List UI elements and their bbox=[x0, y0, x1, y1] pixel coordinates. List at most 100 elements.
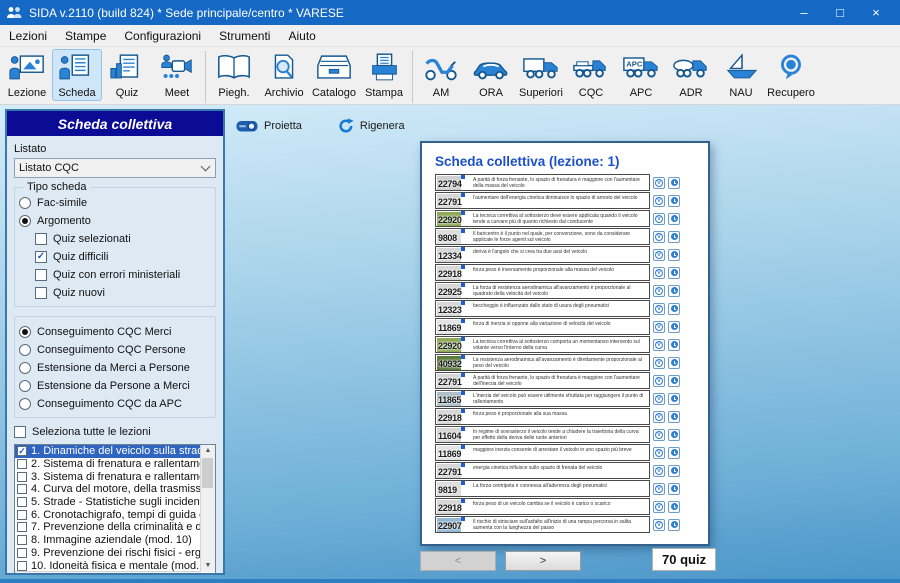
lesson-list-item[interactable]: 5. Strade - Statistiche sugli incidenti … bbox=[15, 496, 201, 509]
listato-dropdown[interactable]: Listato CQC bbox=[14, 158, 216, 178]
lesson-list-item[interactable]: 10. Idoneità fisica e mentale (mod. 8) bbox=[15, 559, 201, 572]
radio-option[interactable]: Estensione da Merci a Persone bbox=[19, 359, 211, 377]
checkbox-option[interactable]: Quiz nuovi bbox=[35, 284, 211, 302]
timer-quiz-button[interactable] bbox=[668, 429, 680, 441]
timer-quiz-button[interactable] bbox=[668, 213, 680, 225]
checkbox[interactable]: ✓ bbox=[35, 251, 47, 263]
toolbar-item-stampa[interactable]: Stampa bbox=[359, 49, 409, 101]
lesson-checkbox[interactable] bbox=[17, 484, 27, 494]
verify-quiz-button[interactable]: V bbox=[653, 393, 665, 405]
toolbar-item-superiori[interactable]: Superiori bbox=[516, 49, 566, 101]
lesson-list-item[interactable]: 3. Sistema di frenatura e rallentamento … bbox=[15, 470, 201, 483]
verify-quiz-button[interactable]: V bbox=[653, 267, 665, 279]
toolbar-item-lezione[interactable]: Lezione bbox=[2, 49, 52, 101]
menu-item[interactable]: Configurazioni bbox=[115, 29, 210, 43]
vertical-scrollbar[interactable]: ▲ ▼ bbox=[200, 445, 215, 572]
toolbar-item-adr[interactable]: ADR bbox=[666, 49, 716, 101]
scrollbar-thumb[interactable] bbox=[28, 573, 116, 575]
radio-option[interactable]: Conseguimento CQC Merci bbox=[19, 323, 211, 341]
minimize-button[interactable]: – bbox=[786, 0, 822, 25]
timer-quiz-button[interactable] bbox=[668, 393, 680, 405]
timer-quiz-button[interactable] bbox=[668, 195, 680, 207]
timer-quiz-button[interactable] bbox=[668, 483, 680, 495]
radio-option[interactable]: Estensione da Persone a Merci bbox=[19, 377, 211, 395]
proietta-button[interactable]: Proietta bbox=[236, 120, 302, 133]
lesson-checkbox[interactable] bbox=[17, 472, 27, 482]
verify-quiz-button[interactable]: V bbox=[653, 501, 665, 513]
lesson-list-item[interactable]: ✓ 1. Dinamiche del veicolo sulla strada … bbox=[15, 445, 201, 458]
radio-option[interactable]: Argomento bbox=[19, 212, 211, 230]
radio-option[interactable]: Fac-simile bbox=[19, 194, 211, 212]
verify-quiz-button[interactable]: V bbox=[653, 375, 665, 387]
horizontal-scrollbar[interactable]: ◄ ► bbox=[15, 571, 201, 575]
radio-option[interactable]: Conseguimento CQC Persone bbox=[19, 341, 211, 359]
timer-quiz-button[interactable] bbox=[668, 249, 680, 261]
lesson-checkbox[interactable]: ✓ bbox=[17, 446, 27, 456]
next-page-button[interactable]: > bbox=[505, 551, 581, 571]
lesson-checkbox[interactable] bbox=[17, 535, 27, 545]
verify-quiz-button[interactable]: V bbox=[653, 447, 665, 459]
lesson-list-item[interactable]: 6. Cronotachigrafo, tempi di guida e rip… bbox=[15, 508, 201, 521]
verify-quiz-button[interactable]: V bbox=[653, 519, 665, 531]
lesson-checkbox[interactable] bbox=[17, 497, 27, 507]
lesson-checkbox[interactable] bbox=[17, 561, 27, 571]
timer-quiz-button[interactable] bbox=[668, 303, 680, 315]
radio-button[interactable] bbox=[19, 326, 31, 338]
timer-quiz-button[interactable] bbox=[668, 501, 680, 513]
verify-quiz-button[interactable]: V bbox=[653, 357, 665, 369]
lesson-list-item[interactable]: 7. Prevenzione della criminalità e del t… bbox=[15, 521, 201, 534]
scroll-down-icon[interactable]: ▼ bbox=[201, 560, 215, 572]
verify-quiz-button[interactable]: V bbox=[653, 249, 665, 261]
close-button[interactable]: × bbox=[858, 0, 894, 25]
toolbar-item-recupero[interactable]: Recupero bbox=[766, 49, 816, 101]
timer-quiz-button[interactable] bbox=[668, 447, 680, 459]
toolbar-item-quiz[interactable]: Quiz bbox=[102, 49, 152, 101]
timer-quiz-button[interactable] bbox=[668, 519, 680, 531]
checkbox[interactable] bbox=[35, 233, 47, 245]
verify-quiz-button[interactable]: V bbox=[653, 465, 665, 477]
verify-quiz-button[interactable]: V bbox=[653, 231, 665, 243]
timer-quiz-button[interactable] bbox=[668, 231, 680, 243]
radio-button[interactable] bbox=[19, 344, 31, 356]
checkbox[interactable] bbox=[35, 269, 47, 281]
verify-quiz-button[interactable]: V bbox=[653, 411, 665, 423]
toolbar-item-apc[interactable]: APC APC bbox=[616, 49, 666, 101]
verify-quiz-button[interactable]: V bbox=[653, 177, 665, 189]
toolbar-item-ora[interactable]: ORA bbox=[466, 49, 516, 101]
verify-quiz-button[interactable]: V bbox=[653, 321, 665, 333]
toolbar-item-am[interactable]: AM bbox=[416, 49, 466, 101]
timer-quiz-button[interactable] bbox=[668, 375, 680, 387]
radio-button[interactable] bbox=[19, 380, 31, 392]
toolbar-item-catalogo[interactable]: Catalogo bbox=[309, 49, 359, 101]
toolbar-item-archivio[interactable]: Archivio bbox=[259, 49, 309, 101]
verify-quiz-button[interactable]: V bbox=[653, 483, 665, 495]
scroll-right-icon[interactable]: ► bbox=[189, 572, 201, 575]
radio-button[interactable] bbox=[19, 215, 31, 227]
radio-option[interactable]: Conseguimento CQC da APC bbox=[19, 395, 211, 413]
scroll-up-icon[interactable]: ▲ bbox=[201, 445, 215, 457]
checkbox-option[interactable]: Quiz con errori ministeriali bbox=[35, 266, 211, 284]
timer-quiz-button[interactable] bbox=[668, 267, 680, 279]
checkbox[interactable] bbox=[14, 426, 26, 438]
checkbox[interactable] bbox=[35, 287, 47, 299]
radio-button[interactable] bbox=[19, 398, 31, 410]
timer-quiz-button[interactable] bbox=[668, 321, 680, 333]
timer-quiz-button[interactable] bbox=[668, 285, 680, 297]
toolbar-item-meet[interactable]: Meet bbox=[152, 49, 202, 101]
lesson-list-item[interactable]: 8. Immagine aziendale (mod. 10) bbox=[15, 534, 201, 547]
scroll-left-icon[interactable]: ◄ bbox=[15, 572, 27, 575]
lesson-checkbox[interactable] bbox=[17, 522, 27, 532]
checkbox-option[interactable]: ✓ Quiz difficili bbox=[35, 248, 211, 266]
lesson-list-item[interactable]: 4. Curva del motore, della trasmissione … bbox=[15, 483, 201, 496]
verify-quiz-button[interactable]: V bbox=[653, 195, 665, 207]
menu-item[interactable]: Strumenti bbox=[210, 29, 279, 43]
toolbar-item-scheda[interactable]: Scheda bbox=[52, 49, 102, 101]
toolbar-item-cqc[interactable]: CQC bbox=[566, 49, 616, 101]
timer-quiz-button[interactable] bbox=[668, 411, 680, 423]
toolbar-item-pieghevoli[interactable]: Piegh. bbox=[209, 49, 259, 101]
radio-button[interactable] bbox=[19, 197, 31, 209]
maximize-button[interactable]: □ bbox=[822, 0, 858, 25]
lesson-list-item[interactable]: 9. Prevenzione dei rischi fisici - ergon… bbox=[15, 547, 201, 560]
select-all-lessons-checkbox[interactable]: Seleziona tutte le lezioni bbox=[14, 423, 216, 441]
lesson-checkbox[interactable] bbox=[17, 459, 27, 469]
